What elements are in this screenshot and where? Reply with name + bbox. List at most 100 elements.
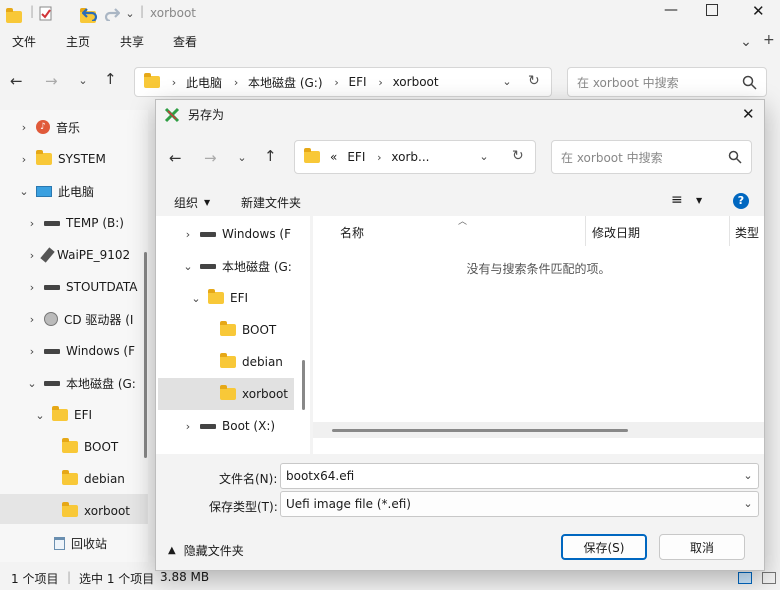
details-view-icon[interactable]: [738, 572, 752, 584]
horizontal-scrollbar-track[interactable]: [313, 422, 764, 438]
filename-field[interactable]: bootx64.efi ⌄: [280, 463, 759, 489]
menu-home[interactable]: 主页: [66, 33, 90, 50]
search-placeholder: 在 xorboot 中搜索: [577, 75, 679, 90]
sidebar-item-boot[interactable]: BOOT: [62, 434, 118, 460]
chevron-down-icon[interactable]: ⌄: [742, 469, 754, 482]
sidebar-item-efi[interactable]: ⌄ EFI: [34, 402, 92, 428]
search-input[interactable]: 在 xorboot 中搜索: [567, 67, 767, 97]
up-icon[interactable]: ↑: [264, 147, 277, 165]
tree-item-boot-x[interactable]: › Boot (X:): [182, 412, 275, 440]
column-divider[interactable]: [729, 216, 730, 246]
help-icon[interactable]: +: [763, 32, 775, 48]
tree-item-xorboot[interactable]: xorboot: [220, 380, 288, 408]
close-button[interactable]: ✕: [752, 2, 765, 20]
quick-access-dropdown-icon[interactable]: ⌄: [124, 7, 136, 20]
caret-down-icon[interactable]: ▼: [696, 196, 702, 205]
filetype-select[interactable]: Uefi image file (*.efi) ⌄: [280, 491, 759, 517]
redo-icon[interactable]: [104, 5, 120, 21]
tree-scrollbar[interactable]: [302, 360, 305, 410]
column-header-name[interactable]: 名称: [340, 224, 364, 241]
sidebar-item-xorboot[interactable]: xorboot: [62, 498, 130, 524]
sidebar-scrollbar[interactable]: [144, 252, 147, 458]
menu-file[interactable]: 文件: [12, 33, 36, 50]
tree-item-debian[interactable]: debian: [220, 348, 283, 376]
recent-dropdown-icon[interactable]: ⌄: [77, 74, 89, 87]
column-header-modified[interactable]: 修改日期: [592, 224, 640, 241]
column-header-type[interactable]: 类型: [735, 224, 759, 241]
breadcrumb-overflow[interactable]: «: [330, 150, 337, 164]
maximize-button[interactable]: [706, 4, 718, 16]
sidebar-item-music[interactable]: › ♪ 音乐: [18, 114, 80, 140]
chevron-down-icon[interactable]: ⌄: [26, 377, 38, 390]
sidebar-item-debian[interactable]: debian: [62, 466, 125, 492]
chevron-right-icon[interactable]: ›: [26, 281, 38, 294]
sidebar-item-local-disk-g[interactable]: ⌄ 本地磁盘 (G:: [26, 370, 135, 396]
tree-item-local-disk-g[interactable]: ⌄ 本地磁盘 (G:: [182, 252, 291, 280]
breadcrumb-item[interactable]: xorb...: [391, 150, 429, 164]
dialog-address-bar[interactable]: « EFI › xorb... ⌄ ↻: [294, 140, 536, 174]
chevron-right-icon[interactable]: ›: [18, 153, 30, 166]
organize-menu[interactable]: 组织 ▼: [174, 194, 210, 211]
cancel-button[interactable]: 取消: [659, 534, 745, 560]
view-options-icon[interactable]: ≡: [671, 192, 683, 208]
sidebar-item-stoutdata[interactable]: › STOUTDATA: [26, 274, 138, 300]
menu-share[interactable]: 共享: [120, 33, 144, 50]
sidebar-item-temp-drive[interactable]: › TEMP (B:): [26, 210, 124, 236]
breadcrumb-item[interactable]: xorboot: [393, 75, 439, 89]
horizontal-scrollbar-thumb[interactable]: [332, 429, 628, 432]
chevron-right-icon[interactable]: ›: [182, 228, 194, 241]
forward-icon[interactable]: →: [204, 149, 217, 167]
back-icon[interactable]: ←: [10, 72, 23, 90]
search-icon[interactable]: [742, 75, 757, 90]
save-button[interactable]: 保存(S): [561, 534, 647, 560]
chevron-right-icon[interactable]: ›: [26, 313, 38, 326]
sidebar-item-label: STOUTDATA: [66, 280, 138, 294]
tree-item-windows[interactable]: › Windows (F: [182, 220, 291, 248]
chevron-right-icon: ›: [233, 75, 239, 89]
column-divider[interactable]: [585, 216, 586, 246]
up-icon[interactable]: ↑: [104, 70, 117, 88]
sidebar-item-windows-drive[interactable]: › Windows (F: [26, 338, 135, 364]
chevron-right-icon[interactable]: ›: [26, 217, 38, 230]
tree-item-boot[interactable]: BOOT: [220, 316, 276, 344]
minimize-button[interactable]: —: [664, 2, 678, 18]
dialog-search-input[interactable]: 在 xorboot 中搜索: [551, 140, 752, 174]
breadcrumb-item[interactable]: 本地磁盘 (G:): [248, 74, 323, 91]
refresh-icon[interactable]: ↻: [528, 73, 540, 89]
chevron-down-icon[interactable]: ⌄: [742, 497, 754, 510]
chevron-down-icon[interactable]: ⌄: [18, 185, 30, 198]
chevron-down-icon[interactable]: ⌄: [190, 292, 202, 305]
dialog-close-button[interactable]: ✕: [742, 105, 755, 123]
sidebar-item-waipe[interactable]: › WaiPE_9102: [26, 242, 130, 268]
breadcrumb-item[interactable]: EFI: [349, 75, 367, 89]
properties-icon[interactable]: [38, 5, 54, 22]
expand-ribbon-icon[interactable]: ⌄: [740, 34, 752, 50]
breadcrumb-item[interactable]: EFI: [347, 150, 365, 164]
undo-icon[interactable]: [82, 5, 98, 21]
sidebar-item-recycle-bin[interactable]: 回收站: [54, 530, 107, 556]
chevron-right-icon[interactable]: ›: [26, 249, 38, 262]
address-dropdown-icon[interactable]: ⌄: [501, 75, 513, 88]
refresh-icon[interactable]: ↻: [512, 148, 524, 164]
search-icon[interactable]: [728, 150, 742, 164]
hide-folders-toggle[interactable]: ▲ 隐藏文件夹: [168, 542, 244, 559]
help-icon[interactable]: ?: [733, 193, 749, 209]
chevron-right-icon[interactable]: ›: [18, 121, 30, 134]
large-icons-view-icon[interactable]: [762, 572, 776, 584]
sidebar-item-system[interactable]: › SYSTEM: [18, 146, 106, 172]
chevron-right-icon[interactable]: ›: [26, 345, 38, 358]
address-dropdown-icon[interactable]: ⌄: [478, 150, 490, 163]
recent-dropdown-icon[interactable]: ⌄: [236, 151, 248, 164]
chevron-down-icon[interactable]: ⌄: [182, 260, 194, 273]
sidebar-item-cd-drive[interactable]: › CD 驱动器 (I: [26, 306, 133, 332]
chevron-down-icon[interactable]: ⌄: [34, 409, 46, 422]
breadcrumb-item[interactable]: 此电脑: [186, 74, 222, 91]
chevron-right-icon[interactable]: ›: [182, 420, 194, 433]
tree-item-efi[interactable]: ⌄ EFI: [190, 284, 248, 312]
address-bar[interactable]: › 此电脑 › 本地磁盘 (G:) › EFI › xorboot ⌄ ↻: [134, 67, 552, 97]
sidebar-item-this-pc[interactable]: ⌄ 此电脑: [18, 178, 94, 204]
new-folder-button[interactable]: 新建文件夹: [241, 194, 301, 211]
back-icon[interactable]: ←: [169, 149, 182, 167]
menu-view[interactable]: 查看: [173, 33, 197, 50]
forward-icon[interactable]: →: [45, 72, 58, 90]
